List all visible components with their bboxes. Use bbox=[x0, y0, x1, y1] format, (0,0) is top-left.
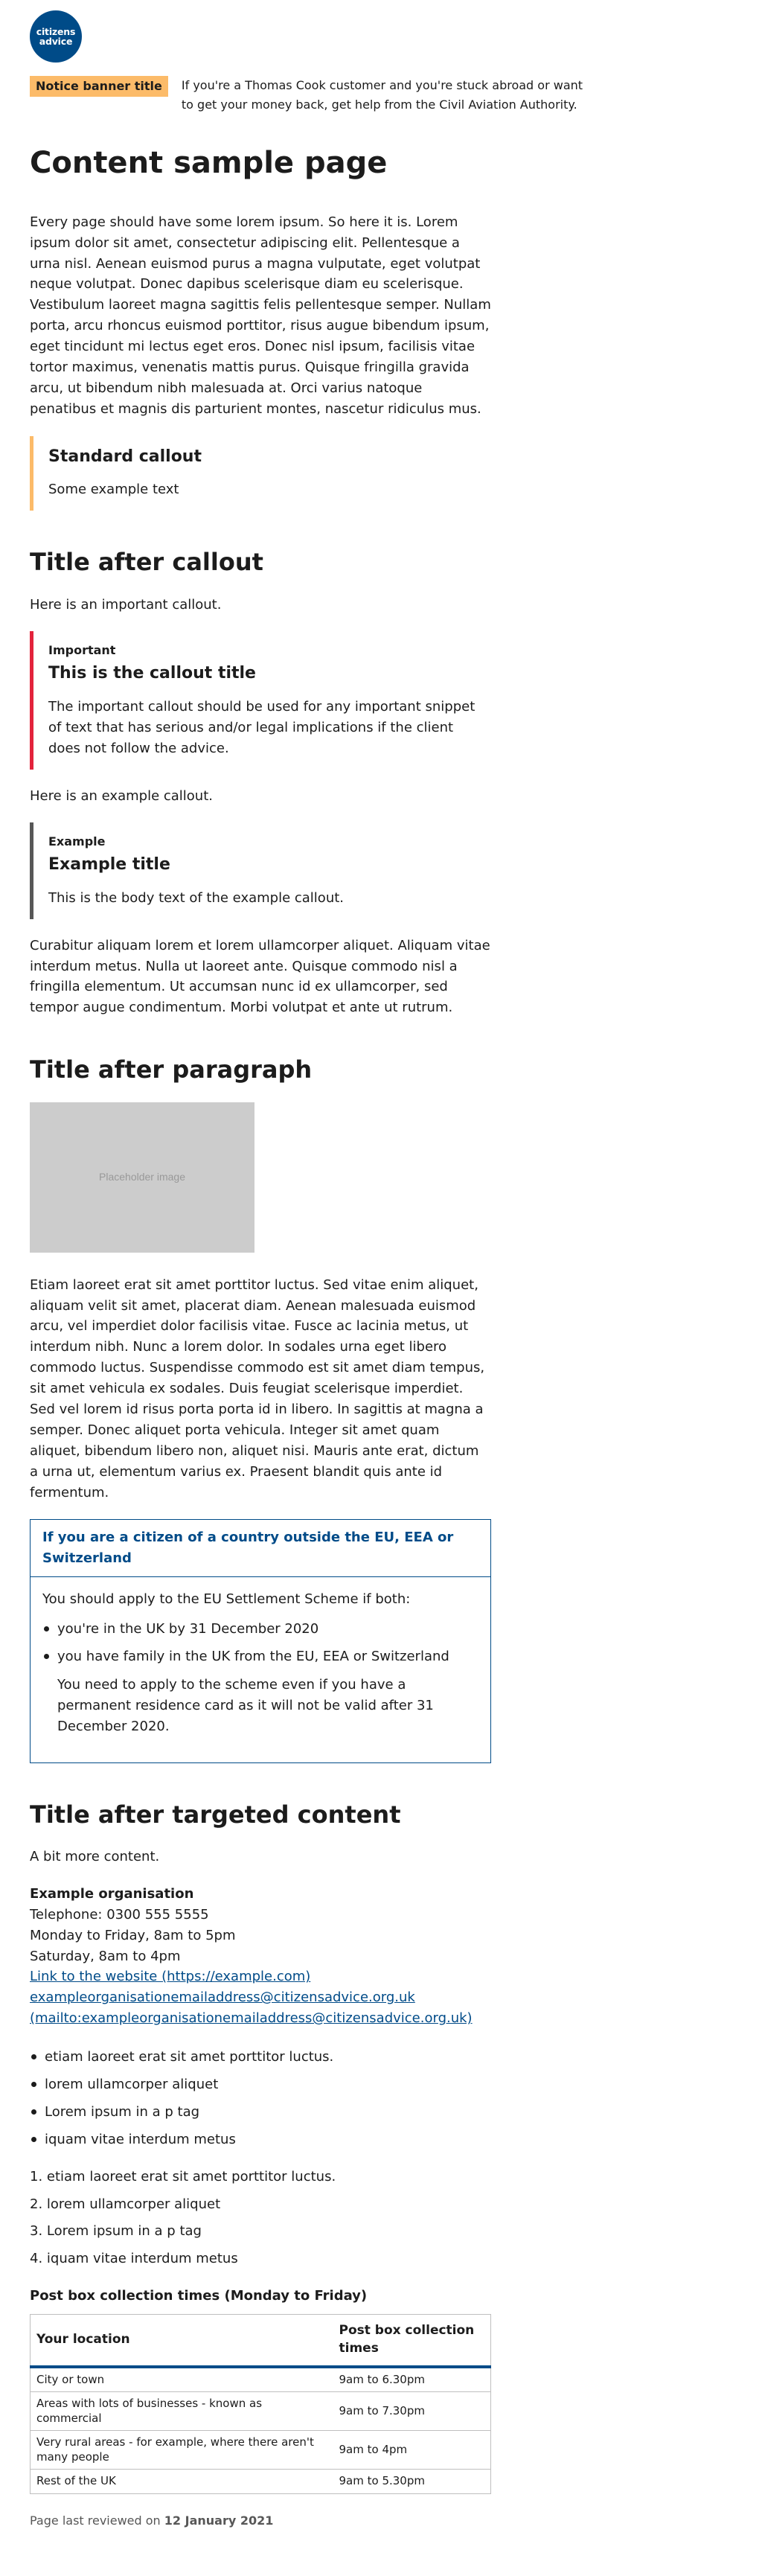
table-cell: City or town bbox=[30, 2366, 333, 2392]
important-callout-label: Important bbox=[48, 643, 116, 658]
targeted-content: If you are a citizen of a country outsid… bbox=[30, 1519, 491, 1763]
table-header-row: Your location Post box collection times bbox=[30, 2314, 491, 2368]
contact-organisation-name: Example organisation bbox=[30, 1885, 194, 1902]
numbered-list: 1. etiam laoreet erat sit amet porttitor… bbox=[30, 2167, 491, 2270]
important-callout-title: This is the callout title bbox=[48, 664, 256, 683]
important-callout-lead: Here is an important callout. bbox=[30, 596, 222, 613]
section-title-after-targeted: Title after targeted content bbox=[30, 1800, 401, 1829]
table-cell: Very rural areas - for example, where th… bbox=[30, 2430, 333, 2470]
table-cell: Areas with lots of businesses - known as… bbox=[30, 2391, 333, 2431]
section-title-after-paragraph: Title after paragraph bbox=[30, 1055, 313, 1084]
standard-callout-title: Standard callout bbox=[48, 447, 202, 466]
table-row: Rest of the UK 9am to 5.30pm bbox=[30, 2469, 491, 2494]
targeted-intro: You should apply to the EU Settlement Sc… bbox=[42, 1591, 411, 1608]
example-callout-lead: Here is an example callout. bbox=[30, 787, 213, 804]
table-cell: Rest of the UK bbox=[30, 2469, 333, 2494]
table-cell: 9am to 7.30pm bbox=[333, 2391, 491, 2431]
targeted-content-body: You should apply to the EU Settlement Sc… bbox=[31, 1577, 490, 1762]
table-row: Very rural areas - for example, where th… bbox=[30, 2430, 491, 2470]
list-item: lorem ullamcorper aliquet bbox=[30, 2074, 491, 2095]
placeholder-image-label: Placeholder image bbox=[99, 1170, 185, 1183]
targeted-content-heading[interactable]: If you are a citizen of a country outsid… bbox=[31, 1520, 490, 1578]
list-item: etiam laoreet erat sit amet porttitor lu… bbox=[30, 2047, 491, 2068]
example-callout-title: Example title bbox=[48, 855, 170, 875]
page: citizens advice Notice banner title If y… bbox=[0, 0, 762, 2530]
logo-line-2: advice bbox=[39, 36, 73, 47]
table-row: City or town 9am to 6.30pm bbox=[30, 2366, 491, 2392]
bullet-list: etiam laoreet erat sit amet porttitor lu… bbox=[30, 2047, 491, 2150]
list-item: 1. etiam laoreet erat sit amet porttitor… bbox=[30, 2168, 336, 2185]
paragraph-after-image: Etiam laoreet erat sit amet porttitor lu… bbox=[30, 1276, 485, 1500]
list-item: 3. Lorem ipsum in a p tag bbox=[30, 2223, 202, 2240]
contact-details: Example organisation Telephone: 0300 555… bbox=[30, 1884, 491, 2029]
reviewed-date: 12 January 2021 bbox=[164, 2513, 274, 2528]
example-callout-text: This is the body text of the example cal… bbox=[48, 889, 345, 906]
page-last-reviewed: Page last reviewed on 12 January 2021 bbox=[30, 2512, 491, 2531]
important-callout: Important This is the callout title The … bbox=[30, 631, 491, 770]
paragraph-after-callout: Curabitur aliquam lorem et lorem ullamco… bbox=[30, 937, 490, 1016]
list-item: 2. lorem ullamcorper aliquet bbox=[30, 2196, 221, 2212]
section-title-after-callout: Title after callout bbox=[30, 548, 263, 577]
table-caption: Post box collection times (Monday to Fri… bbox=[30, 2288, 368, 2304]
contact-telephone: Telephone: 0300 555 5555 bbox=[30, 1906, 209, 1923]
list-item: you have family in the UK from the EU, E… bbox=[42, 1646, 478, 1667]
important-callout-text: The important callout should be used for… bbox=[48, 698, 476, 756]
table-cell: 9am to 5.30pm bbox=[333, 2469, 491, 2494]
example-callout: Example Example title This is the body t… bbox=[30, 822, 491, 919]
email-mailto-link[interactable]: (mailto:exampleorganisationemailaddress@… bbox=[30, 2010, 473, 2026]
table-cell: 9am to 4pm bbox=[333, 2430, 491, 2470]
more-content-paragraph: A bit more content. bbox=[30, 1848, 160, 1864]
table-cell: 9am to 6.30pm bbox=[333, 2366, 491, 2392]
email-link[interactable]: exampleorganisationemailaddress@citizens… bbox=[30, 1989, 415, 2005]
table-header-times: Post box collection times bbox=[333, 2314, 491, 2368]
list-item: Lorem ipsum in a p tag bbox=[30, 2102, 491, 2123]
notice-banner-text: If you're a Thomas Cook customer and you… bbox=[181, 78, 583, 112]
list-item: you're in the UK by 31 December 2020 bbox=[42, 1619, 478, 1640]
citizens-advice-logo[interactable]: citizens advice bbox=[30, 10, 82, 63]
targeted-note: You need to apply to the scheme even if … bbox=[57, 1676, 434, 1734]
table-row: Areas with lots of businesses - known as… bbox=[30, 2391, 491, 2431]
main-content: Content sample page Every page should ha… bbox=[30, 145, 491, 2531]
placeholder-image: Placeholder image bbox=[30, 1102, 254, 1253]
targeted-list: you're in the UK by 31 December 2020 you… bbox=[42, 1619, 478, 1667]
page-title: Content sample page bbox=[30, 145, 388, 180]
contact-hours-weekday: Monday to Friday, 8am to 5pm bbox=[30, 1927, 236, 1943]
standard-callout: Standard callout Some example text bbox=[30, 435, 491, 511]
notice-banner-title: Notice banner title bbox=[30, 76, 168, 98]
intro-paragraph: Every page should have some lorem ipsum.… bbox=[30, 214, 491, 417]
list-item: 4. iquam vitae interdum metus bbox=[30, 2251, 238, 2267]
example-callout-label: Example bbox=[48, 834, 106, 849]
website-link[interactable]: Link to the website (https://example.com… bbox=[30, 1969, 310, 1984]
standard-callout-text: Some example text bbox=[48, 482, 179, 498]
notice-banner: Notice banner title If you're a Thomas C… bbox=[30, 76, 762, 115]
collection-times-table: Your location Post box collection times … bbox=[30, 2314, 491, 2494]
site-header: citizens advice bbox=[30, 0, 762, 64]
reviewed-prefix: Page last reviewed on bbox=[30, 2513, 161, 2528]
contact-hours-saturday: Saturday, 8am to 4pm bbox=[30, 1948, 181, 1964]
list-item: iquam vitae interdum metus bbox=[30, 2129, 491, 2150]
table-header-location: Your location bbox=[30, 2314, 333, 2368]
